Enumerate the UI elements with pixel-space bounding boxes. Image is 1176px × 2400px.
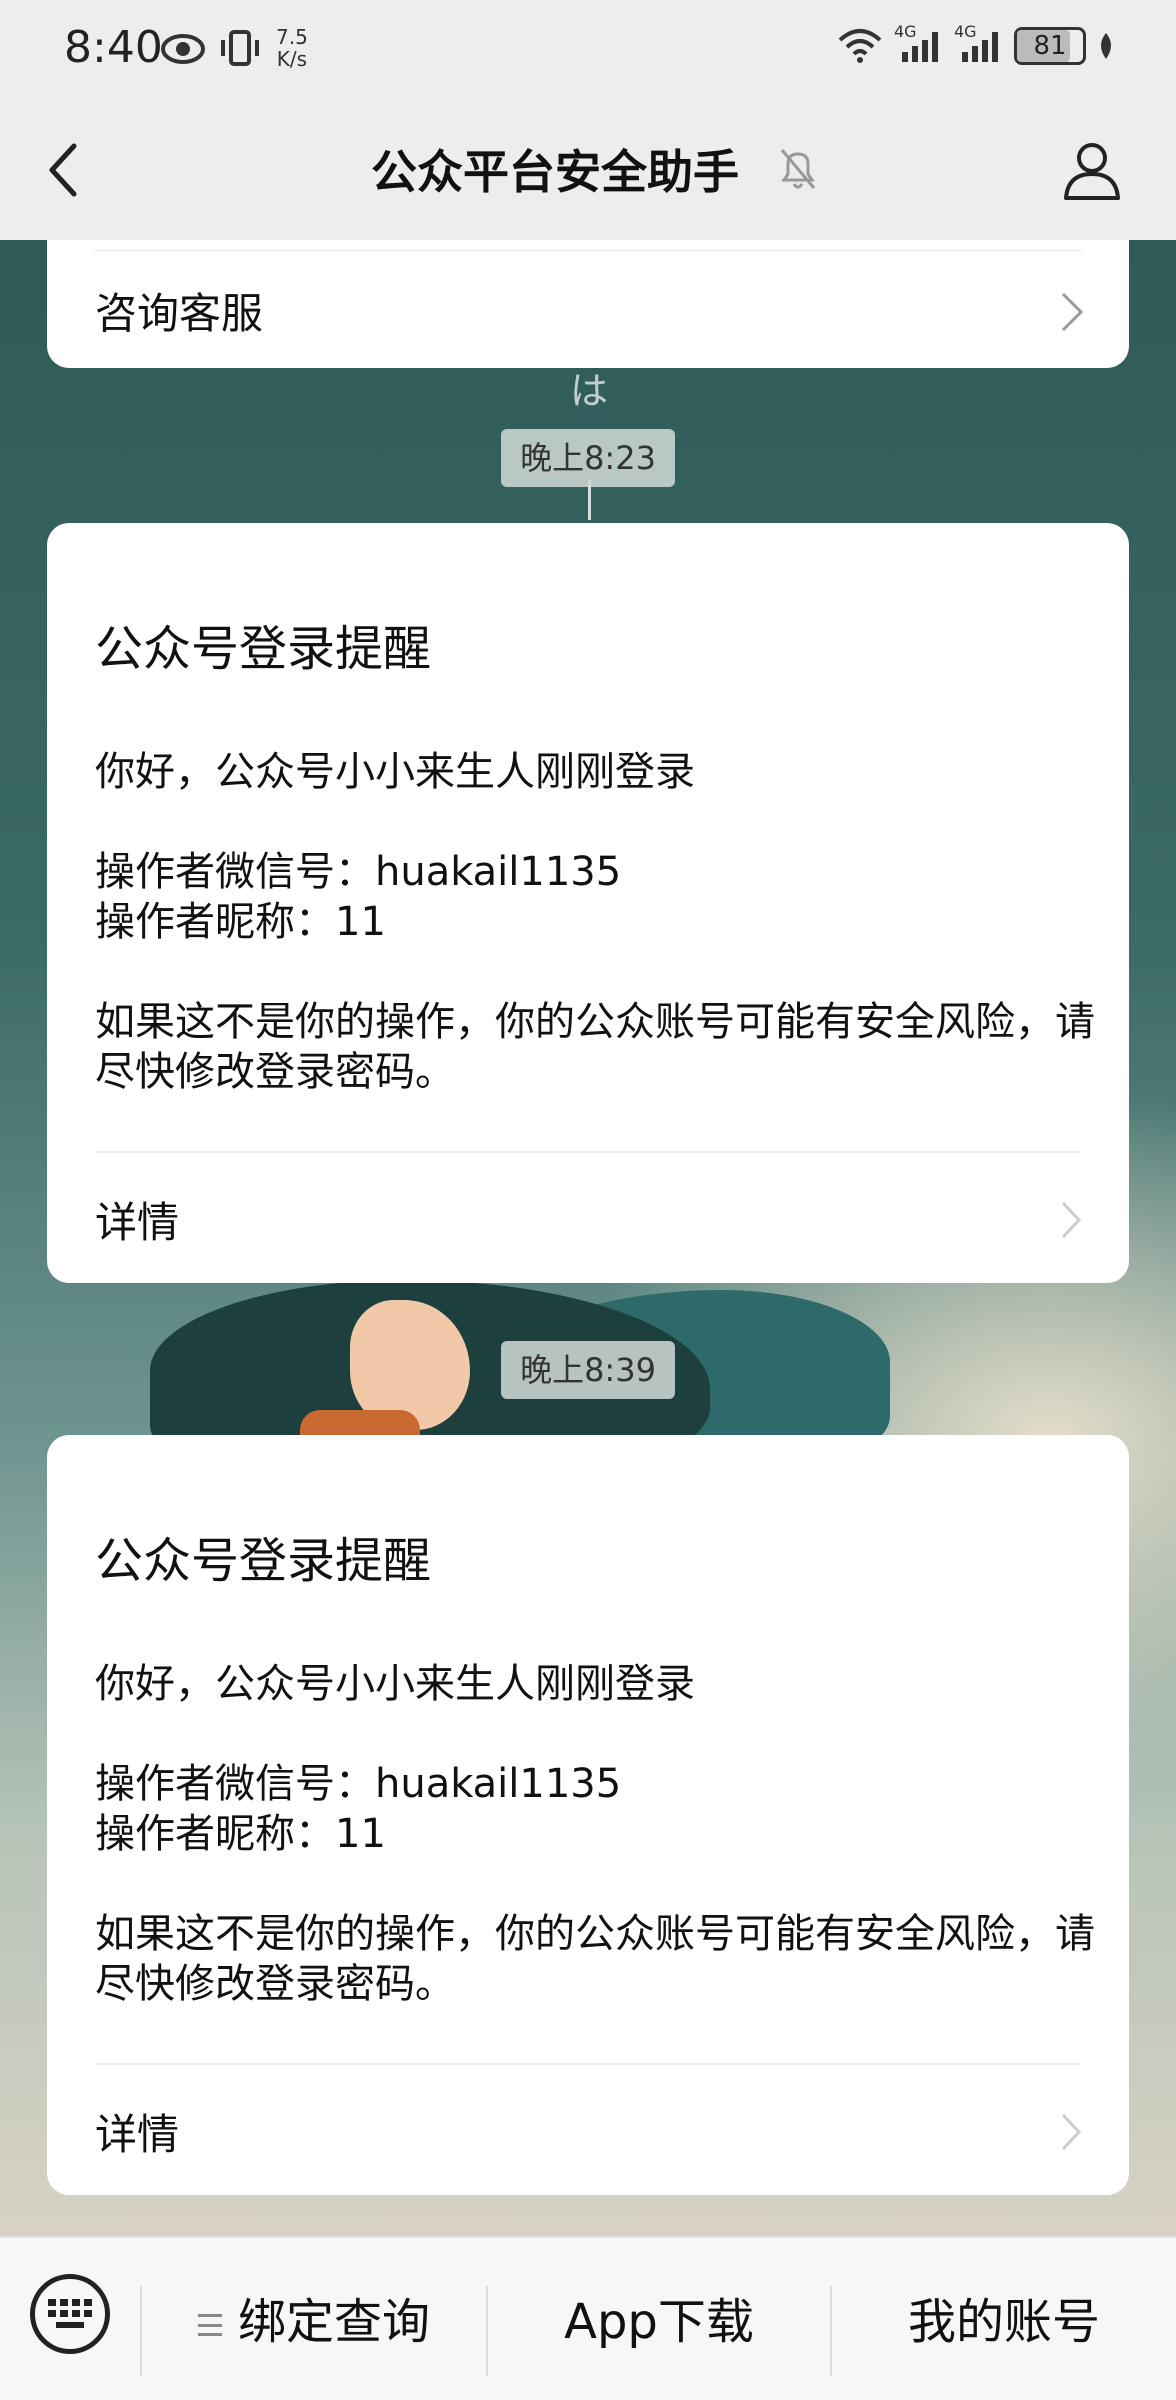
message-greeting: 你好，公众号小小来生人刚刚登录 bbox=[95, 1661, 695, 1707]
card-divider bbox=[95, 1151, 1081, 1153]
card-divider bbox=[94, 250, 1082, 251]
signal-icon bbox=[902, 32, 938, 62]
bottom-menu-bar: 绑定查询 App下载 我的账号 bbox=[0, 2236, 1176, 2400]
message-title: 公众号登录提醒 bbox=[95, 621, 432, 677]
signal-icon bbox=[962, 32, 998, 62]
message-card: 公众号登录提醒 你好，公众号小小来生人刚刚登录 操作者微信号：huakail11… bbox=[47, 1435, 1129, 2195]
mute-bell-icon bbox=[780, 149, 816, 189]
details-link[interactable]: 详情 bbox=[95, 2101, 179, 2162]
eye-icon bbox=[161, 34, 205, 64]
message-operator-id: 操作者微信号：huakail1135 bbox=[95, 849, 622, 895]
card-divider bbox=[95, 2063, 1081, 2065]
menu-item-app-download[interactable]: App下载 bbox=[488, 2282, 830, 2362]
customer-service-label: 咨询客服 bbox=[95, 289, 264, 338]
keyboard-toggle-button[interactable] bbox=[30, 2274, 110, 2354]
customer-service-card[interactable]: 咨询客服 bbox=[47, 240, 1129, 368]
message-title: 公众号登录提醒 bbox=[95, 1533, 432, 1589]
profile-icon[interactable] bbox=[1060, 138, 1124, 202]
message-operator-nick: 操作者昵称：11 bbox=[95, 899, 386, 945]
message-card: 公众号登录提醒 你好，公众号小小来生人刚刚登录 操作者微信号：huakail11… bbox=[47, 523, 1129, 1283]
battery-level: 81 bbox=[1033, 31, 1067, 61]
status-time: 8:40 bbox=[64, 22, 163, 73]
wifi-icon bbox=[838, 29, 882, 63]
message-operator-nick: 操作者昵称：11 bbox=[95, 1811, 386, 1857]
page-title: 公众平台安全助手 bbox=[371, 145, 739, 199]
menu-item-label: 绑定查询 bbox=[237, 2294, 430, 2350]
chevron-right-icon[interactable] bbox=[1059, 1199, 1083, 1241]
message-greeting: 你好，公众号小小来生人刚刚登录 bbox=[95, 749, 695, 795]
speed-value: 7.5 bbox=[276, 25, 308, 49]
leaf-icon bbox=[1101, 33, 1111, 59]
message-warning: 如果这不是你的操作，你的公众账号可能有安全风险，请尽快修改登录密码。 bbox=[95, 999, 1095, 1095]
chevron-right-icon[interactable] bbox=[1059, 2111, 1083, 2153]
message-time: 晚上8:23 bbox=[501, 429, 675, 487]
message-body: 你好，公众号小小来生人刚刚登录 操作者微信号：huakail1135 操作者昵称… bbox=[95, 1659, 1095, 2059]
message-body: 你好，公众号小小来生人刚刚登录 操作者微信号：huakail1135 操作者昵称… bbox=[95, 747, 1095, 1147]
message-warning: 如果这不是你的操作，你的公众账号可能有安全风险，请尽快修改登录密码。 bbox=[95, 1911, 1095, 2007]
background-text: は bbox=[570, 369, 609, 413]
message-time: 晚上8:39 bbox=[501, 1341, 675, 1399]
nav-bar: 公众平台安全助手 bbox=[0, 100, 1176, 240]
menu-item-label: 我的账号 bbox=[907, 2294, 1100, 2350]
vibrate-icon bbox=[221, 30, 259, 66]
speed-unit: K/s bbox=[276, 47, 308, 71]
keyboard-icon bbox=[48, 2299, 92, 2328]
menu-item-my-account[interactable]: 我的账号 bbox=[832, 2282, 1176, 2362]
signal-1: 4G bbox=[894, 22, 944, 66]
message-operator-id: 操作者微信号：huakail1135 bbox=[95, 1761, 622, 1807]
battery-indicator: 81 bbox=[1014, 27, 1086, 65]
submenu-icon bbox=[197, 2314, 222, 2336]
status-bar: 8:40 7.5 K/s 4G 4G 81 bbox=[0, 0, 1176, 100]
menu-item-bind-query[interactable]: 绑定查询 bbox=[142, 2282, 486, 2362]
chevron-right-icon bbox=[1061, 292, 1084, 332]
signal-2: 4G bbox=[954, 22, 1004, 66]
menu-item-label: App下载 bbox=[564, 2294, 754, 2350]
details-link[interactable]: 详情 bbox=[95, 1189, 179, 1250]
network-speed: 7.5 K/s bbox=[276, 26, 308, 70]
